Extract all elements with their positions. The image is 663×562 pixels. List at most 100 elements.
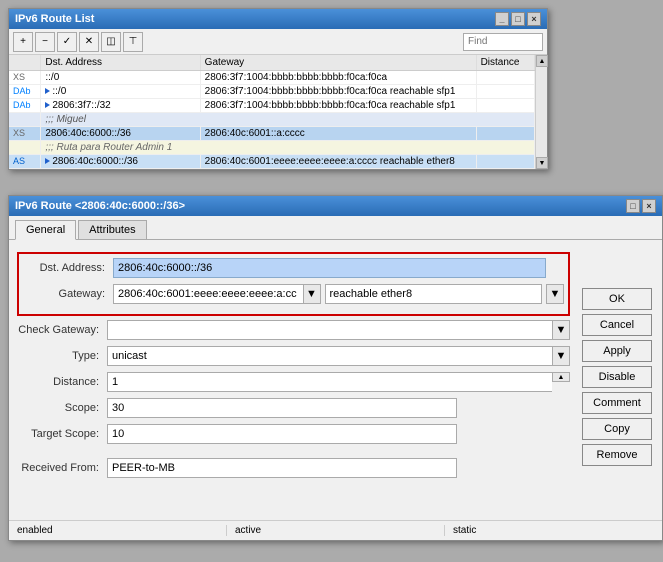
cancel-button[interactable]: Cancel	[582, 314, 652, 336]
add-btn[interactable]: +	[13, 32, 33, 52]
edit-title-bar: IPv6 Route <2806:40c:6000::/36> □ ×	[9, 196, 662, 216]
comment-button[interactable]: Comment	[582, 392, 652, 414]
scope-label: Scope:	[17, 402, 107, 414]
edit-window-title: IPv6 Route <2806:40c:6000::/36>	[15, 200, 185, 212]
type-group: ▼	[107, 346, 570, 366]
received-from-label: Received From:	[17, 462, 107, 474]
gateway-input-group: ▼	[113, 284, 321, 304]
delete-btn[interactable]: −	[35, 32, 55, 52]
status-enabled: enabled	[9, 525, 227, 536]
edit-content: OK Cancel Apply Disable Comment Copy Rem…	[9, 240, 662, 540]
apply-button[interactable]: Apply	[582, 340, 652, 362]
row-flag: XS	[9, 71, 41, 85]
list-window: IPv6 Route List _ □ × + − ✓ ✕ ◫ ⊤ Dst. A…	[8, 8, 548, 170]
scope-input[interactable]	[107, 398, 457, 418]
gateway-input[interactable]	[113, 284, 303, 304]
filter-btn[interactable]: ⊤	[123, 32, 143, 52]
type-label: Type:	[17, 350, 107, 362]
gateway-label: Gateway:	[23, 288, 113, 300]
remove-button[interactable]: Remove	[582, 444, 652, 466]
received-from-input[interactable]	[107, 458, 457, 478]
target-scope-row: Target Scope:	[17, 424, 570, 444]
list-toolbar: + − ✓ ✕ ◫ ⊤	[9, 29, 547, 55]
type-dropdown[interactable]: ▼	[552, 346, 570, 366]
scroll-down-btn[interactable]: ▼	[536, 157, 548, 169]
row-distance	[476, 71, 534, 85]
col-gateway[interactable]: Gateway	[200, 55, 476, 71]
list-maximize-btn[interactable]: □	[511, 12, 525, 26]
row-flag: XS	[9, 127, 41, 141]
dst-address-input[interactable]	[113, 258, 546, 278]
copy-btn[interactable]: ◫	[101, 32, 121, 52]
disable-button[interactable]: Disable	[582, 366, 652, 388]
row-dst: 2806:3f7::/32	[41, 99, 200, 113]
check-gateway-label: Check Gateway:	[17, 324, 107, 336]
dst-address-row: Dst. Address:	[23, 258, 564, 278]
distance-scroll-up[interactable]: ▲	[552, 372, 570, 382]
form-area: Dst. Address: Gateway: ▼ ▼ Check G	[9, 248, 578, 488]
row-distance	[476, 99, 534, 113]
list-window-title: IPv6 Route List	[15, 13, 94, 25]
check-gateway-dropdown[interactable]: ▼	[552, 320, 570, 340]
gateway-type-dropdown-arrow[interactable]: ▼	[546, 284, 564, 304]
target-scope-label: Target Scope:	[17, 428, 107, 440]
table-row-selected2[interactable]: AS 2806:40c:6000::/36 2806:40c:6001:eeee…	[9, 155, 535, 169]
row-gateway: 2806:3f7:1004:bbbb:bbbb:bbbb:f0ca:f0ca r…	[200, 99, 476, 113]
status-active: active	[227, 525, 445, 536]
distance-input[interactable]	[107, 372, 552, 392]
row-flag: DAb	[9, 99, 41, 113]
list-title-bar: IPv6 Route List _ □ ×	[9, 9, 547, 29]
col-distance[interactable]: Distance	[476, 55, 534, 71]
row-gateway: 2806:3f7:1004:bbbb:bbbb:bbbb:f0ca:f0ca r…	[200, 85, 476, 99]
status-static: static	[445, 525, 662, 536]
type-input[interactable]	[107, 346, 552, 366]
row-gateway: 2806:40c:6001:eeee:eeee:eeee:a:cccc reac…	[200, 155, 476, 169]
table-wrapper: Dst. Address Gateway Distance XS ::/0 28…	[9, 55, 547, 169]
table-row-group: ;;; Miguel	[9, 113, 535, 127]
check-gateway-group: ▼	[107, 320, 570, 340]
row-distance	[476, 85, 534, 99]
col-dst[interactable]: Dst. Address	[41, 55, 200, 71]
row-gateway: 2806:3f7:1004:bbbb:bbbb:bbbb:f0ca:f0ca	[200, 71, 476, 85]
table-row[interactable]: DAb 2806:3f7::/32 2806:3f7:1004:bbbb:bbb…	[9, 99, 535, 113]
distance-row: Distance: ▲	[17, 372, 570, 392]
row-dst: 2806:40c:6000::/36	[41, 127, 200, 141]
row-flag	[9, 113, 41, 127]
row-dst: 2806:40c:6000::/36	[41, 155, 200, 169]
edit-window: IPv6 Route <2806:40c:6000::/36> □ × Gene…	[8, 195, 663, 541]
route-table: Dst. Address Gateway Distance XS ::/0 28…	[9, 55, 535, 169]
edit-window-controls: □ ×	[626, 199, 656, 213]
gateway-dropdown-arrow[interactable]: ▼	[303, 284, 321, 304]
list-window-controls: _ □ ×	[495, 12, 541, 26]
table-row-selected[interactable]: XS 2806:40c:6000::/36 2806:40c:6001::a:c…	[9, 127, 535, 141]
gateway-row: Gateway: ▼ ▼	[23, 284, 564, 304]
table-scrollbar: ▲ ▼	[535, 55, 547, 169]
list-close-btn[interactable]: ×	[527, 12, 541, 26]
gateway-type-input[interactable]	[325, 284, 543, 304]
scroll-up-btn[interactable]: ▲	[536, 55, 548, 67]
row-flag: AS	[9, 155, 41, 169]
check-btn[interactable]: ✓	[57, 32, 77, 52]
tab-general[interactable]: General	[15, 220, 76, 240]
row-distance	[476, 155, 534, 169]
check-gateway-input[interactable]	[107, 320, 552, 340]
col-flag	[9, 55, 41, 71]
table-row-comment: ;;; Ruta para Router Admin 1	[9, 141, 535, 155]
ok-button[interactable]: OK	[582, 288, 652, 310]
find-input[interactable]	[463, 33, 543, 51]
row-dst: ::/0	[41, 85, 200, 99]
table-row[interactable]: XS ::/0 2806:3f7:1004:bbbb:bbbb:bbbb:f0c…	[9, 71, 535, 85]
cross-btn[interactable]: ✕	[79, 32, 99, 52]
row-group-label: ;;; Miguel	[41, 113, 535, 127]
target-scope-input[interactable]	[107, 424, 457, 444]
edit-minimize-btn[interactable]: □	[626, 199, 640, 213]
list-minimize-btn[interactable]: _	[495, 12, 509, 26]
row-gateway: 2806:40c:6001::a:cccc	[200, 127, 476, 141]
row-flag: DAb	[9, 85, 41, 99]
table-row[interactable]: DAb ::/0 2806:3f7:1004:bbbb:bbbb:bbbb:f0…	[9, 85, 535, 99]
row-dst: ::/0	[41, 71, 200, 85]
received-from-row: Received From:	[17, 458, 570, 478]
tab-attributes[interactable]: Attributes	[78, 220, 146, 239]
edit-close-btn[interactable]: ×	[642, 199, 656, 213]
copy-button[interactable]: Copy	[582, 418, 652, 440]
